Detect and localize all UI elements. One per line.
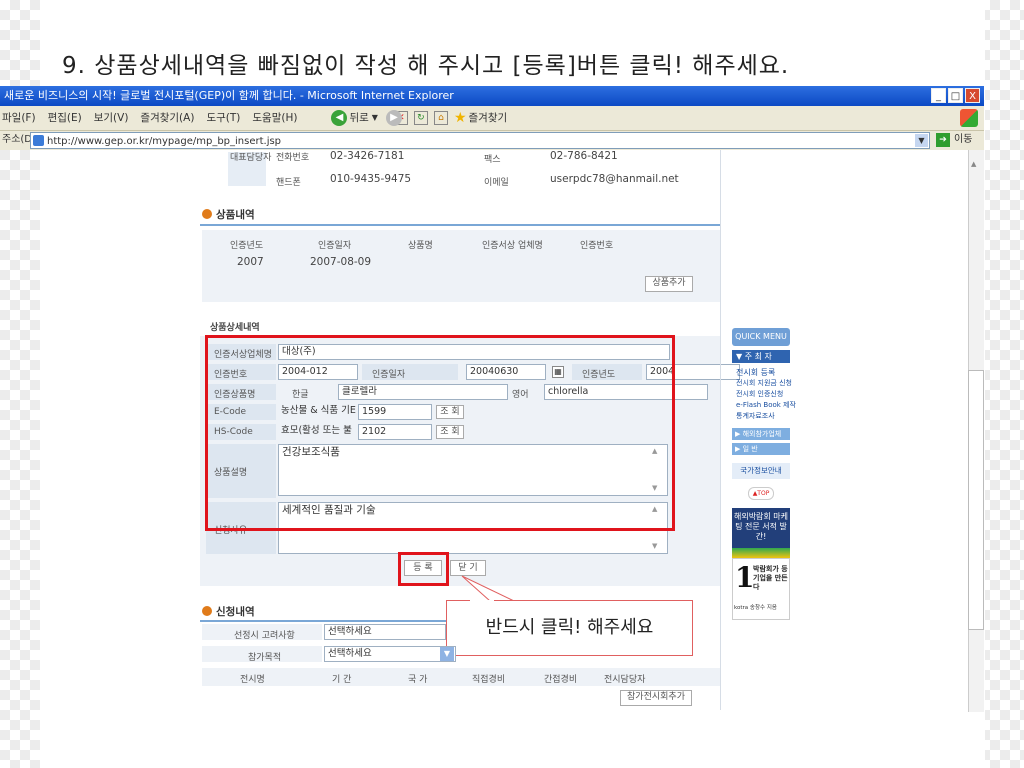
- go-arrow-icon[interactable]: ➔: [936, 133, 950, 147]
- quick-item-register[interactable]: 전시회 등록: [736, 367, 775, 378]
- col-company: 인증서상 업체명: [482, 241, 543, 251]
- highlight-box-detail: [205, 335, 675, 531]
- favorites-label: 즐겨찾기: [468, 112, 508, 124]
- consider-select[interactable]: 선택하세요: [324, 624, 446, 640]
- quick-item-fund[interactable]: 전시회 지원금 신청: [736, 378, 792, 388]
- application-heading: 신청내역: [202, 604, 255, 619]
- divider: [200, 224, 720, 226]
- quick-item-cert[interactable]: 전시회 인증신청: [736, 389, 783, 399]
- rep-label: 대표담당자: [230, 153, 272, 163]
- home-icon[interactable]: ⌂: [433, 111, 448, 125]
- mobile-value: 010-9435-9475: [330, 173, 412, 185]
- favorites-button[interactable]: ★ 즐겨찾기: [454, 106, 507, 130]
- email-label: 이메일: [484, 178, 509, 188]
- detail-heading: 상품상세내역: [210, 323, 260, 333]
- menu-favorites[interactable]: 즐겨찾기(A): [140, 106, 194, 130]
- forward-arrow-icon: ▶: [385, 110, 402, 126]
- instruction-text: 9. 상품상세내역을 빠짐없이 작성 해 주시고 [등록]버튼 클릭! 해주세요…: [62, 53, 790, 79]
- scroll-thumb[interactable]: [968, 370, 984, 630]
- dropdown-arrow-icon[interactable]: ▼: [915, 134, 928, 147]
- purpose-label: 참가목적: [248, 653, 282, 663]
- col-product-name: 상품명: [408, 241, 433, 251]
- fax-label: 팩스: [484, 155, 501, 165]
- col-cert-year: 인증년도: [230, 241, 264, 251]
- bullet-icon: [202, 606, 212, 616]
- banner-book[interactable]: 해외박람회 마케팅 전문 서적 발간!: [732, 508, 790, 548]
- col-direct-cost: 직접경비: [472, 675, 506, 685]
- address-url: http://www.gep.or.kr/mypage/mp_bp_insert…: [47, 136, 282, 147]
- quick-menu-header: QUICK MENU: [732, 328, 790, 346]
- col-indirect-cost: 간접경비: [544, 675, 578, 685]
- star-icon: ★: [453, 110, 467, 126]
- purpose-select[interactable]: 선택하세요: [324, 646, 456, 662]
- row-date: 2007-08-09: [310, 256, 372, 268]
- quick-item-eflash[interactable]: e-Flash Book 제작: [736, 400, 796, 410]
- col-exhibition: 전시명: [240, 675, 265, 685]
- fax-value: 02-786-8421: [550, 150, 618, 162]
- page-icon: [33, 135, 44, 146]
- quick-overseas-item[interactable]: ▶ 해외참가업체: [732, 428, 790, 440]
- scroll-down-icon[interactable]: ▼: [652, 542, 657, 550]
- address-bar: 주소(D) http://www.gep.or.kr/mypage/mp_bp_…: [0, 130, 984, 150]
- quick-general-item[interactable]: ▶ 일 반: [732, 443, 790, 455]
- dropdown-arrow-icon[interactable]: ▼: [440, 647, 454, 661]
- add-product-button[interactable]: 상품추가: [645, 276, 693, 292]
- products-heading: 상품내역: [202, 207, 255, 222]
- banner-author: kotra 송창수 지음: [734, 605, 777, 611]
- email-value: userpdc78@hanmail.net: [550, 173, 679, 185]
- callout-box: 반드시 클릭! 해주세요: [446, 600, 693, 656]
- menu-help[interactable]: 도움말(H): [252, 106, 297, 130]
- callout-joint: [470, 600, 494, 602]
- menu-bar: 파일(F) 편집(E) 보기(V) 즐겨찾기(A) 도구(T) 도움말(H) ◀…: [0, 106, 984, 130]
- close-button[interactable]: X: [965, 88, 980, 103]
- phone-label: 전화번호: [276, 153, 310, 163]
- col-cert-no: 인증번호: [580, 241, 614, 251]
- back-label: 뒤로: [349, 112, 369, 124]
- mobile-label: 핸드폰: [276, 178, 301, 188]
- divider: [200, 620, 446, 622]
- phone-value: 02-3426-7181: [330, 150, 405, 162]
- banner-stripe: [732, 548, 790, 558]
- row-year: 2007: [237, 256, 264, 268]
- col-manager: 전시담당자: [604, 675, 646, 685]
- back-arrow-icon: ◀: [331, 110, 348, 126]
- quick-item-stats[interactable]: 통계자료조사: [736, 411, 775, 421]
- menu-file[interactable]: 파일(F): [2, 106, 36, 130]
- maximize-button[interactable]: □: [948, 88, 963, 103]
- windows-logo-icon: [960, 109, 978, 127]
- country-info-link[interactable]: 국가정보안내: [732, 463, 790, 479]
- window-title: 새로운 비즈니스의 시작! 글로벌 전시포털(GEP)이 함께 합니다. - M…: [4, 89, 454, 102]
- add-exhibition-button[interactable]: 참가전시회추가: [620, 690, 692, 706]
- refresh-icon[interactable]: ↻: [413, 111, 428, 125]
- window-titlebar: 새로운 비즈니스의 시작! 글로벌 전시포털(GEP)이 함께 합니다. - M…: [0, 86, 984, 106]
- menu-tools[interactable]: 도구(T): [206, 106, 240, 130]
- quick-main-item[interactable]: ▼ 주 최 자: [732, 350, 790, 363]
- column-divider: [720, 150, 721, 710]
- banner-kotra[interactable]: 1 박람회가 등기업을 만든다 kotra 송창수 지음: [732, 558, 790, 620]
- col-period: 기 간: [332, 675, 352, 685]
- consider-label: 선정시 고려사항: [234, 631, 295, 641]
- menu-edit[interactable]: 편집(E): [48, 106, 82, 130]
- products-table: [202, 230, 720, 302]
- back-button[interactable]: ◀ 뒤로 ▼: [331, 106, 378, 130]
- top-button[interactable]: ▲TOP: [748, 487, 774, 500]
- banner-text: 박람회가 등기업을 만든다: [753, 565, 788, 591]
- address-input[interactable]: http://www.gep.or.kr/mypage/mp_bp_insert…: [30, 132, 930, 149]
- go-button[interactable]: 이동: [954, 131, 972, 149]
- minimize-button[interactable]: _: [931, 88, 946, 103]
- col-country: 국 가: [408, 675, 428, 685]
- menu-view[interactable]: 보기(V): [94, 106, 129, 130]
- col-cert-date: 인증일자: [318, 241, 352, 251]
- banner-number: 1: [735, 561, 755, 594]
- bullet-icon: [202, 209, 212, 219]
